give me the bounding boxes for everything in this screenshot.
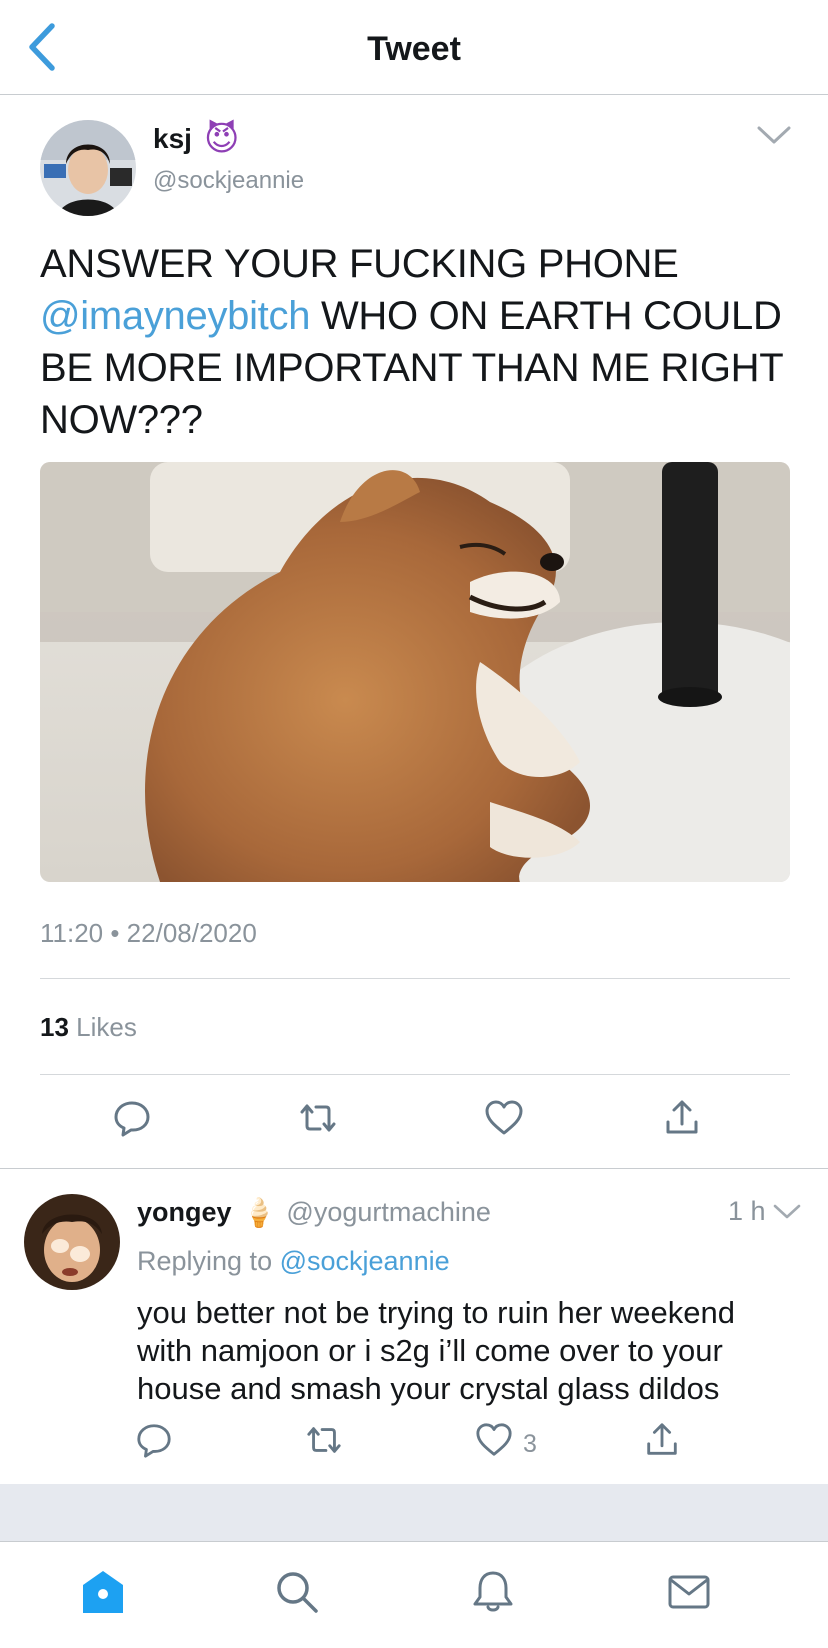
share-icon	[647, 1423, 677, 1455]
reply-header: yongey 🍦 @yogurtmachine	[137, 1196, 491, 1229]
tab-notifications[interactable]	[468, 1567, 518, 1617]
ice-cream-emoji-icon: 🍦	[241, 1197, 277, 1228]
reply-button[interactable]	[110, 1096, 154, 1140]
share-button[interactable]	[660, 1096, 704, 1140]
reply-share-button[interactable]	[640, 1418, 684, 1462]
tweet-photo[interactable]	[40, 462, 790, 882]
section-divider	[0, 1168, 828, 1169]
tweet-text: ANSWER YOUR FUCKING PHONE @imayneybitch …	[40, 238, 800, 446]
reply-author-name[interactable]: yongey	[137, 1197, 232, 1228]
retweet-icon	[300, 1104, 336, 1132]
heart-icon	[485, 1100, 523, 1135]
mention-link[interactable]: @imayneybitch	[40, 294, 310, 338]
reply-like-count: 3	[523, 1430, 537, 1458]
replying-to-label: Replying to	[137, 1246, 280, 1276]
tweet-timestamp: 11:20 • 22/08/2020	[40, 918, 257, 948]
reply-author-avatar[interactable]	[24, 1194, 120, 1290]
chevron-down-icon	[773, 1204, 801, 1219]
likes-label: Likes	[68, 1012, 137, 1042]
share-icon	[666, 1100, 698, 1134]
author-name[interactable]: ksj 😈	[153, 122, 239, 156]
notifications-icon	[473, 1571, 513, 1612]
home-icon	[83, 1571, 123, 1613]
like-button[interactable]	[482, 1096, 526, 1140]
top-bar: Tweet	[0, 0, 828, 95]
reply-like-button[interactable]	[472, 1418, 516, 1462]
search-icon	[277, 1572, 318, 1613]
divider	[40, 978, 790, 979]
retweet-icon	[307, 1427, 341, 1453]
reply-retweet-button[interactable]	[302, 1418, 346, 1462]
tweet-text-line1: ANSWER YOUR FUCKING PHONE	[40, 242, 679, 286]
author-avatar[interactable]	[40, 120, 136, 216]
likes-count: 13	[40, 1012, 69, 1042]
tab-messages[interactable]	[664, 1567, 714, 1617]
heart-icon	[476, 1423, 512, 1456]
tweet-options-button[interactable]	[755, 122, 793, 148]
divider	[40, 1074, 790, 1075]
messages-icon	[668, 1575, 710, 1609]
reply-reply-button[interactable]	[132, 1418, 176, 1462]
reply-author-handle[interactable]: @yogurtmachine	[286, 1197, 491, 1228]
devil-emoji-icon: 😈	[203, 120, 240, 158]
reply-text: you better not be trying to ruin her wee…	[137, 1295, 735, 1406]
author-handle[interactable]: @sockjeannie	[153, 167, 304, 195]
tab-search[interactable]	[272, 1567, 322, 1617]
reply-options-button[interactable]	[772, 1202, 802, 1222]
tab-home[interactable]	[78, 1567, 128, 1617]
replying-to: Replying to @sockjeannie	[137, 1246, 450, 1277]
replying-to-mention[interactable]: @sockjeannie	[280, 1246, 450, 1276]
tab-bar	[0, 1541, 828, 1648]
reply-icon	[137, 1424, 171, 1458]
reply-time: 1 h	[728, 1196, 766, 1226]
reply-icon	[114, 1101, 150, 1137]
compose-area-placeholder	[0, 1484, 828, 1541]
page-title: Tweet	[367, 30, 461, 68]
author-display-name: ksj	[153, 123, 192, 154]
chevron-down-icon	[757, 126, 791, 144]
retweet-button[interactable]	[296, 1096, 340, 1140]
likes-summary[interactable]: 13 Likes	[40, 1012, 137, 1043]
